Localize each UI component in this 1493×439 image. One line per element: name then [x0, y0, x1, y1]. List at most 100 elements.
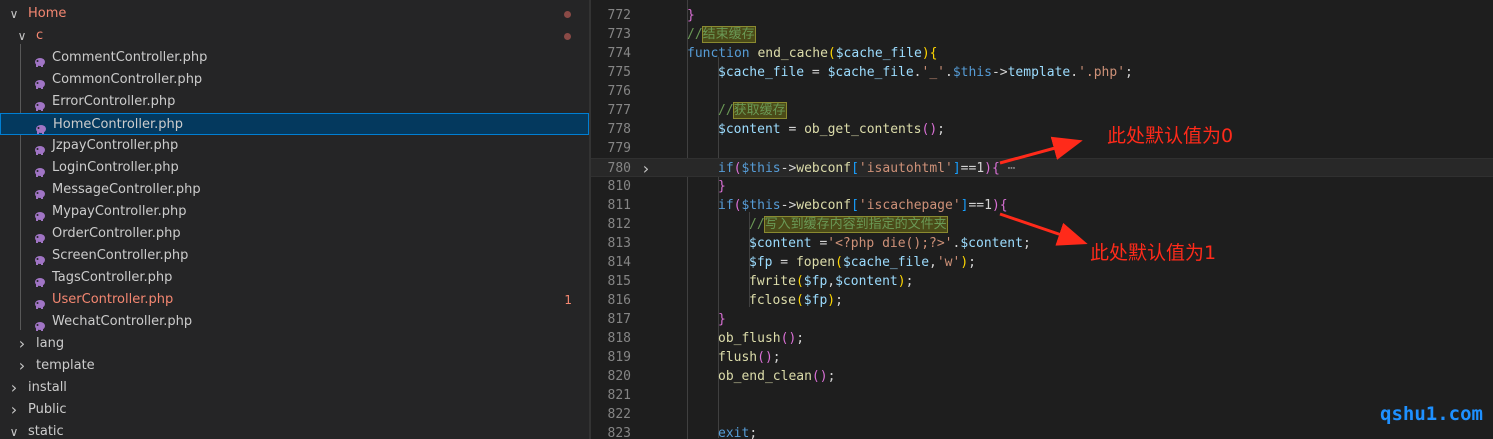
file-item[interactable]: WechatController.php [0, 311, 589, 333]
code-line[interactable]: 822 [591, 405, 1493, 424]
folder-item[interactable]: › install [0, 377, 589, 399]
line-number: 823 [607, 426, 631, 439]
code-line[interactable]: 773 //结束缓存 [591, 25, 1493, 44]
code-token: ( [795, 293, 804, 308]
file-item[interactable]: TagsController.php [0, 267, 589, 289]
code-token: 1 [984, 198, 992, 213]
chevron-down-icon[interactable]: ∨ [16, 25, 28, 47]
code-token: { [991, 161, 1000, 176]
code-token: 'iscachepage' [858, 198, 961, 213]
line-number: 820 [607, 369, 631, 384]
code-text: $cache_file = $cache_file.'_'.$this->tem… [718, 63, 1133, 82]
code-token: ; [1125, 65, 1133, 80]
php-elephant-icon [34, 251, 46, 265]
line-number: 812 [607, 217, 631, 232]
folder-item[interactable]: ∨ static [0, 421, 589, 439]
code-token: $cache_file [718, 65, 805, 80]
code-line[interactable]: 814 $fp = fopen($cache_file,'w'); [591, 253, 1493, 272]
code-token: fclose [749, 293, 796, 308]
code-line[interactable]: 817} [591, 310, 1493, 329]
file-item[interactable]: CommentController.php [0, 47, 589, 69]
tree-item-label: LoginController.php [52, 160, 179, 175]
chevron-right-icon[interactable]: › [8, 399, 20, 421]
code-line[interactable]: 823 exit; [591, 424, 1493, 439]
folder-item[interactable]: ∨ Home [0, 3, 589, 25]
code-line[interactable]: 779 [591, 139, 1493, 158]
code-line[interactable]: 776 [591, 82, 1493, 101]
line-number: 821 [607, 388, 631, 403]
code-line[interactable]: 772} [591, 6, 1493, 25]
code-line[interactable]: 810} [591, 177, 1493, 196]
file-item[interactable]: ErrorController.php [0, 91, 589, 113]
code-line[interactable]: 820 ob_end_clean(); [591, 367, 1493, 386]
file-item[interactable]: CommonController.php [0, 69, 589, 91]
line-number: 819 [607, 350, 631, 365]
code-line[interactable]: 780 › if($this->webconf['isautohtml']==1){… [591, 158, 1493, 178]
tree-item-label: template [36, 358, 95, 373]
code-token: ; [968, 255, 976, 270]
folder-item[interactable]: › template [0, 355, 589, 377]
php-elephant-icon [34, 75, 46, 89]
folder-item[interactable]: ∨ c [0, 25, 589, 47]
file-item[interactable]: MessageController.php [0, 179, 589, 201]
code-line[interactable]: 813 $content ='<?php die();?>'.$content; [591, 234, 1493, 253]
code-text: flush(); [718, 348, 781, 367]
annotation-default-1: 此处默认值为1 [1090, 242, 1217, 264]
code-token: ; [827, 369, 836, 384]
code-token: fopen [795, 255, 836, 270]
tree-item-label: c [36, 28, 44, 43]
fold-chevron-icon[interactable]: › [641, 159, 651, 178]
code-token: template [1007, 65, 1071, 80]
code-line[interactable]: 774 function end_cache($cache_file){ [591, 44, 1493, 63]
file-item[interactable]: UserController.php 1 [0, 289, 589, 311]
chevron-down-icon[interactable]: ∨ [8, 421, 20, 439]
chevron-right-icon[interactable]: › [16, 355, 28, 377]
code-token: function [687, 46, 758, 61]
file-item[interactable]: JzpayController.php [0, 135, 589, 157]
file-item[interactable]: ScreenController.php [0, 245, 589, 267]
tree-item-label: JzpayController.php [52, 138, 179, 153]
code-line[interactable]: 821 [591, 386, 1493, 405]
code-line[interactable]: 812 //写入到缓存内容到指定的文件夹 [591, 215, 1493, 234]
code-token: [ [851, 198, 859, 213]
line-number: 772 [607, 8, 631, 23]
line-number: 778 [607, 122, 631, 137]
code-token: $cache_file [835, 46, 922, 61]
file-item[interactable]: HomeController.php [0, 113, 589, 135]
code-token: flush [718, 350, 758, 365]
code-line[interactable]: 777 //获取缓存 [591, 101, 1493, 120]
code-token: () [757, 350, 773, 365]
code-line[interactable]: 775 $cache_file = $cache_file.'_'.$this->… [591, 63, 1493, 82]
code-line[interactable]: 778 $content = ob_get_contents(); [591, 120, 1493, 139]
file-item[interactable]: LoginController.php [0, 157, 589, 179]
folder-item[interactable]: › Public [0, 399, 589, 421]
chevron-right-icon[interactable]: › [16, 333, 28, 355]
code-token: ) [991, 198, 1000, 213]
code-token: $content [835, 274, 898, 289]
folder-item[interactable]: › lang [0, 333, 589, 355]
code-line[interactable]: 818 ob_flush(); [591, 329, 1493, 348]
chevron-right-icon[interactable]: › [8, 377, 20, 399]
code-token: ; [937, 122, 945, 137]
tree-item-label: CommentController.php [52, 50, 208, 65]
code-line[interactable]: 819 flush(); [591, 348, 1493, 367]
code-line[interactable]: 811 if($this->webconf['iscachepage']==1){ [591, 196, 1493, 215]
line-number: 810 [607, 179, 631, 194]
code-token: () [811, 369, 828, 384]
code-token: fwrite [749, 274, 796, 289]
code-token: = [804, 65, 828, 80]
code-token: ; [905, 274, 914, 289]
chevron-down-icon[interactable]: ∨ [8, 3, 20, 25]
error-dot-icon [564, 33, 571, 40]
php-elephant-icon [34, 317, 46, 331]
code-text: } [687, 6, 695, 25]
code-text: function end_cache($cache_file){ [687, 44, 937, 63]
code-token: ) [960, 255, 969, 270]
php-elephant-icon [35, 120, 47, 134]
file-item[interactable]: OrderController.php [0, 223, 589, 245]
code-token: . [944, 65, 953, 80]
code-editor[interactable]: 772} 773//结束缓存 774 function end_cache($cach… [591, 0, 1493, 439]
file-item[interactable]: MypayController.php [0, 201, 589, 223]
code-line[interactable]: 816 fclose($fp); [591, 291, 1493, 310]
code-line[interactable]: 815 fwrite($fp,$content); [591, 272, 1493, 291]
